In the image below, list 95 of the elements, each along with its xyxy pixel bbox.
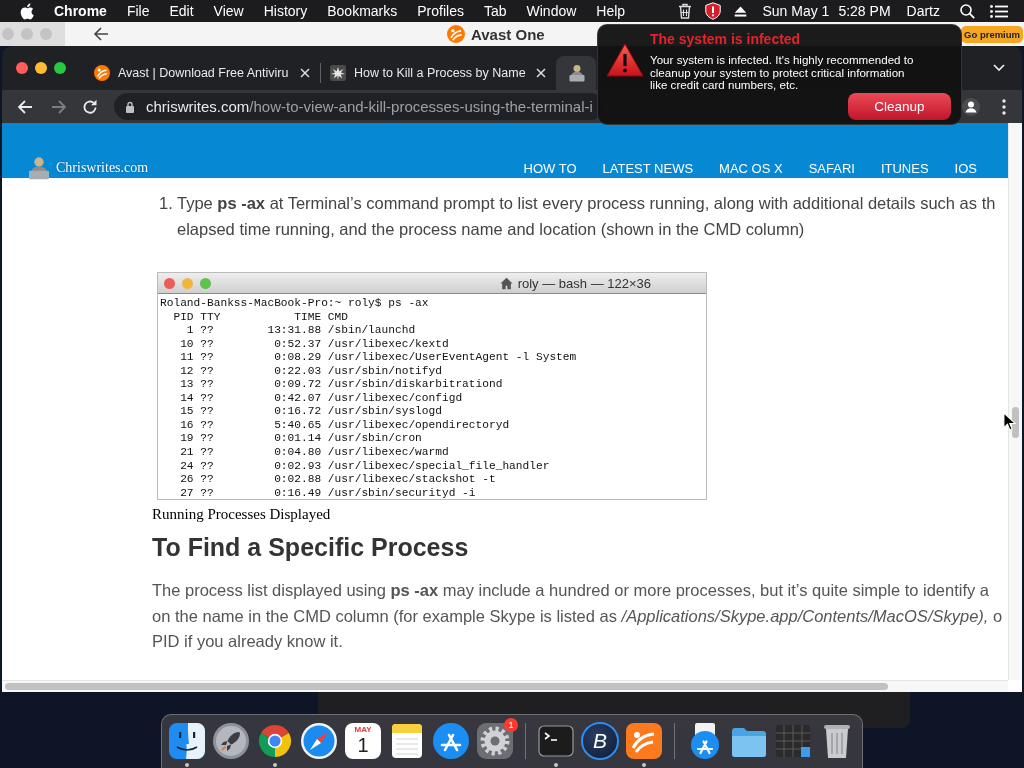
menu-item[interactable]: Profiles: [417, 3, 464, 19]
menu-item[interactable]: Edit: [169, 3, 194, 19]
terminal-line: 24 ?? 0:02.93 /usr/libexec/special_file_handler: [179, 459, 551, 474]
terminal-line: 13 ?? 0:09.72 /usr/sbin/diskarbitrationd: [179, 378, 504, 392]
terminal-line: 27 ?? 0:16.49 /usr/sbin/securityd -i: [179, 486, 477, 501]
menu-item[interactable]: File: [126, 3, 150, 19]
menu-bar-time[interactable]: 5:28 PM: [838, 3, 891, 19]
menu-item[interactable]: View: [213, 3, 244, 19]
swoosh-logo-icon: [447, 25, 465, 43]
window-close-icon[interactable]: [16, 62, 28, 74]
window-maximize-icon[interactable]: [54, 62, 66, 74]
menu-item[interactable]: History: [263, 3, 308, 19]
close-icon[interactable]: [300, 68, 310, 78]
site-logo[interactable]: Chriswrites.com: [56, 160, 149, 176]
compass-icon[interactable]: [300, 722, 338, 760]
nav-link[interactable]: MAC OS X: [719, 161, 783, 176]
terminal-line: 14 ?? 0:42.07 /usr/libexec/configd: [179, 391, 464, 406]
scrollbar-thumb[interactable]: [5, 683, 888, 690]
list-icon[interactable]: [990, 4, 1008, 18]
scrollbar-thumb[interactable]: [1012, 407, 1019, 438]
menu-item[interactable]: Window: [526, 3, 577, 19]
alert-message: Your system is infected. It's highly recommended to cleanup your system to protect critical information like credit card numbers, etc.: [650, 54, 915, 92]
home-icon: [499, 276, 513, 290]
nav-link[interactable]: SAFARI: [808, 161, 855, 176]
app-menu[interactable]: Chrome: [54, 3, 107, 19]
terminal-line: 11 ?? 0:08.29 /usr/libexec/UserEventAgent -l System: [179, 351, 578, 365]
nav-link[interactable]: ITUNES: [880, 161, 929, 176]
calendar-icon[interactable]: MAY 1: [345, 723, 381, 759]
section-heading: To Find a Specific Process: [152, 532, 469, 563]
eject-icon[interactable]: [734, 5, 748, 17]
calendar-day: 1: [357, 734, 369, 756]
smiley-face-icon[interactable]: [168, 722, 206, 760]
nav-link[interactable]: IOS: [954, 161, 977, 176]
list-number: 1.: [159, 193, 174, 214]
close-icon[interactable]: [536, 68, 546, 78]
window-minimize-icon: [182, 277, 193, 289]
terminal-line: 19 ?? 0:01.14 /usr/sbin/cron: [179, 432, 423, 446]
apple-icon[interactable]: [20, 2, 34, 20]
laptop-logo-icon[interactable]: [27, 156, 51, 180]
swoosh-logo-icon: [94, 65, 110, 81]
more-menu-icon[interactable]: [1002, 98, 1006, 115]
window-maximize-icon: [200, 277, 211, 289]
window-minimize-icon[interactable]: [35, 62, 47, 74]
body-paragraph: The process list displayed using ps -ax may include a hundred or more processes, but it’s quite simple to identify a on the name in the CMD column (for example Skype is listed as /Applications/Skype.app/Contents/MacOS/Skype), o PID if you already know it.: [152, 580, 1003, 652]
terminal-line: PID TTY TIME CMD: [172, 310, 349, 325]
rocket-icon[interactable]: [212, 722, 250, 760]
warning-icon: [606, 43, 644, 77]
chevron-down-icon[interactable]: [993, 64, 1005, 72]
browser-tab[interactable]: [556, 56, 596, 90]
brand-name: Avast One: [471, 25, 545, 43]
terminal-icon[interactable]: [537, 722, 575, 760]
vertical-scrollbar[interactable]: [1008, 123, 1022, 680]
nav-link[interactable]: LATEST NEWS: [602, 161, 694, 176]
menu-item[interactable]: Bookmarks: [327, 3, 398, 19]
notification-badge: 1: [504, 718, 518, 732]
pointer-cursor-icon: [1003, 412, 1016, 432]
starburst-icon: [330, 65, 346, 81]
gear-icon[interactable]: [476, 722, 514, 760]
reload-icon[interactable]: [82, 98, 98, 115]
back-arrow-icon[interactable]: [93, 26, 109, 42]
swoosh-logo-icon[interactable]: [625, 722, 663, 760]
calendar-month: MAY: [354, 725, 372, 734]
window-stack-icon[interactable]: [774, 722, 812, 760]
terminal-line: Roland-Bankss-MacBook-Pro:~ roly$ ps -ax: [160, 297, 430, 311]
circle-logo-icon[interactable]: [256, 722, 294, 760]
bin-icon[interactable]: [678, 3, 693, 19]
horizontal-scrollbar[interactable]: [2, 680, 1008, 692]
figure-caption: Running Processes Displayed: [152, 505, 331, 523]
profile-icon[interactable]: [962, 97, 980, 116]
nav-link[interactable]: HOW TO: [523, 161, 577, 176]
terminal-line: 1 ?? 13:31.88 /sbin/launchd: [185, 324, 417, 338]
window-close-icon: [164, 277, 175, 289]
terminal-line: 12 ?? 0:22.03 /usr/sbin/notifyd: [179, 364, 443, 379]
terminal-line: 16 ?? 5:40.65 /usr/libexec/opendirectoryd: [179, 418, 511, 433]
premium-button[interactable]: Go premium: [961, 25, 1023, 43]
user-name[interactable]: Dartz: [906, 3, 940, 19]
terminal-line: 10 ?? 0:52.37 /usr/libexec/kextd: [179, 337, 450, 352]
letter-app-icon[interactable]: B: [581, 722, 619, 760]
menu-item[interactable]: Help: [596, 3, 626, 19]
menu-item[interactable]: Tab: [483, 3, 507, 19]
alert-title: The system is infected: [650, 31, 802, 48]
browser-tab[interactable]: Avast | Download Free Antiviru: [85, 56, 320, 90]
laptop-logo-icon: [568, 64, 586, 82]
search-icon[interactable]: [960, 3, 975, 19]
cleanup-button[interactable]: Cleanup: [848, 92, 951, 120]
terminal-title: roly — bash — 122×36: [517, 275, 651, 291]
lock-icon: [125, 100, 135, 113]
letter-a-icon[interactable]: [432, 722, 470, 760]
terminal-line: 21 ?? 0:04.80 /usr/libexec/warmd: [179, 446, 450, 460]
menu-bar-date[interactable]: Sun May 1: [762, 3, 830, 19]
terminal-line: 26 ?? 0:02.88 /usr/libexec/stackshot -t: [179, 473, 497, 487]
browser-tab[interactable]: How to Kill a Process by Name: [321, 56, 556, 90]
terminal-line: 15 ?? 0:16.72 /usr/sbin/syslogd: [179, 405, 443, 419]
step-text: Type ps -ax at Terminal’s command prompt to list every process running, along with additional details such as th elapsed time running, and the process name and location (shown in the CMD column): [177, 193, 996, 240]
shield-alert-icon[interactable]: [705, 2, 722, 20]
